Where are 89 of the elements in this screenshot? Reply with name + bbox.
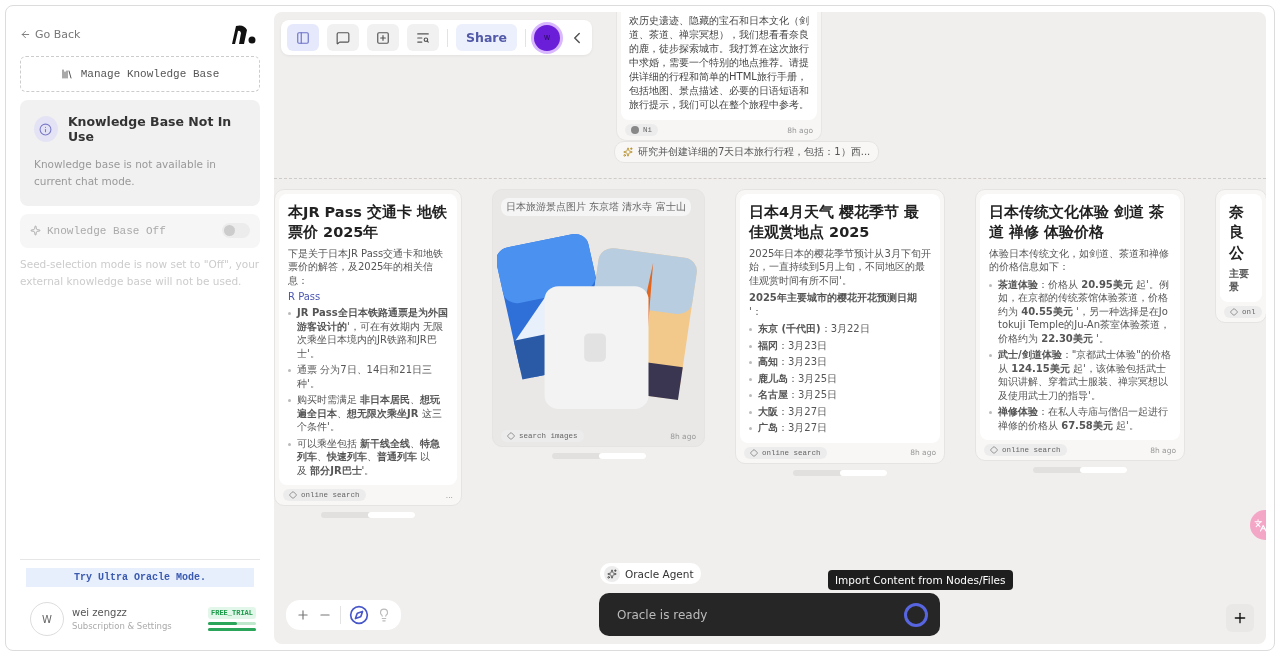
bullet-dot [288,312,291,316]
prompt-chip[interactable]: 研究并创建详细的7天日本旅行行程，包括：1）西... [614,141,880,163]
pager-indicator[interactable] [321,512,415,519]
list-item: 大阪：3月27日 [758,404,828,419]
sparkles-icon [623,147,633,157]
chat-button[interactable] [327,24,359,51]
sparkles-icon [604,565,620,582]
list-item: 茶道体验：价格从 20.95美元 起'。例如，在京都的传统茶馆体验茶道，价格约为 40.55美元 '，另一种选择是在Jotokuji Temple的Ju-An茶室体验茶道，价格约为 22.30美元 '。 [998,277,1171,346]
bullet-dot [749,361,752,365]
diamond-icon [750,448,758,457]
card-text: 主要景 [1229,266,1250,294]
notice-text: Knowledge base is not available in current chat mode. [34,157,217,189]
card-text: 下是关于日本JR Pass交通卡和地铁票价的解答，及2025年的相关信息： [288,246,445,288]
search-icon [416,30,430,45]
share-button[interactable]: Share [456,24,517,51]
info-icon [34,116,58,142]
bullet-dot [288,399,291,403]
diamond-icon [289,491,297,500]
list-item: 购买时需满足 非日本居民、想玩遍全日本、想无限次乘坐JR 这三个条件'。 [297,393,443,434]
bullet-dot [749,394,752,398]
card-subheading: R Pass [288,291,322,303]
chat-input[interactable]: Oracle is ready [615,606,904,623]
list-item: 广岛：3月27日 [758,421,828,435]
plus-icon [1232,610,1248,626]
user-name: wei zengzz [72,607,128,618]
logo-icon [230,24,256,44]
card-title: 日本传统文化体验 剑道 茶道 禅修 体验价格 [989,203,1166,243]
list-item: 福冈：3月23日 [758,338,828,353]
diamond-icon [990,446,998,455]
diamond-icon [1230,307,1238,316]
bullet-dot [749,344,752,348]
compass-icon [349,605,369,625]
lightbulb-icon [377,608,391,622]
sparkle-icon [30,225,41,237]
go-back-link[interactable]: Go Back [20,27,81,41]
agent-chip[interactable]: Oracle Agent [600,563,701,584]
list-item: 高知：3月23日 [758,355,828,369]
list-item: 可以乘坐包括 新干线全线、特急列车、快速列车、普通列车 以及 部分JR巴士'。 [297,436,442,478]
card-text: 2025年主要城市的樱花开花预测日期 '： [749,291,918,319]
card-title: 本JR Pass 交通卡 地铁票价 2025年 [288,203,448,243]
loading-ring-icon [904,602,928,627]
card-text: 2025年日本的樱花季节预计从3月下旬开始，一直持续到5月上旬，不同地区的最佳观赏时间有所不同'。 [749,246,931,288]
bullet-dot [989,283,992,287]
sidebar-icon [296,30,310,45]
pager-indicator[interactable] [551,453,646,459]
list-item: 武士/剑道体验："京都武士体验"的价格从 124.15美元 起'，该体验包括武士知识讲解、穿着武士服装、禅宗冥想以及使用武士刀的指导'。 [998,348,1171,403]
manage-knowledge-base-button[interactable]: Manage Knowledge Base [20,56,260,92]
usage-bar [208,628,256,631]
card-text: 体验日本传统文化，如剑道、茶道和禅修的价格信息如下： [989,246,1170,274]
list-item: 东京 (千代田)：3月22日 [758,322,870,336]
add-icon [376,30,390,45]
bullet-dot [749,427,752,431]
bullet-dot [288,369,291,373]
lightbulb-button[interactable] [377,608,391,622]
bullet-dot [288,442,291,446]
chat-icon [336,30,350,45]
bullet-dot [989,411,992,415]
search-button[interactable] [407,24,439,51]
list-item: 禅修体验：在私人寺庙与僧侣一起进行禅修的价格从 67.58美元 起'。 [998,405,1169,433]
compass-button[interactable] [349,605,369,625]
pager-indicator[interactable] [1033,467,1127,474]
card-title: 日本4月天气 樱花季节 最佳观赏地点 2025 [749,203,921,243]
bullet-dot [749,410,752,414]
sidebar-button[interactable] [287,24,319,51]
tooltip: Import Content from Nodes/Files [828,570,1013,590]
toggle-switch[interactable] [222,223,250,239]
list-item: 鹿儿岛：3月25日 [758,371,838,386]
add-button[interactable] [1226,604,1254,632]
bullet-dot [989,354,992,358]
message-text: 欢历史遗迹、隐藏的宝石和日本文化（剑道、茶道、禅宗冥想），我们想看看奈良的鹿，徒步探索城市。我打算在这次旅行中求婚，需要一个特别的地点推荐。请提供详细的行程和简单的HTML旅行手册，包括地图、景点描述、必要的日语短语和旅行提示，我们可以在整个旅程中参考。 [621,12,817,120]
list-item: 名古屋：3月25日 [758,388,838,402]
translate-icon [1254,518,1266,532]
list-item: 通票 分为7日、14日和21日三种'。 [297,363,433,391]
diamond-icon [507,432,515,440]
list-item: JR Pass全日本铁路通票是为外国游客设计的'，可在有效期内 无限次乘坐日本境内的JR铁路和JR巴士'。 [297,306,448,361]
card-title: 奈良公 [1229,203,1245,263]
arrow-left-icon [20,28,31,40]
bullet-dot [749,377,752,381]
plus-icon [296,608,310,622]
notice-title: Knowledge Base Not In Use [67,114,233,144]
chat-field[interactable]: Oracle is ready [599,593,940,636]
usage-bar [208,622,256,625]
bullet-dot [749,328,752,332]
add-button[interactable] [367,24,399,51]
image-caption: 日本旅游景点图片 东京塔 清水寺 富士山 [501,198,691,216]
toggle-label: Knowledge Base Off [47,224,167,237]
zoom-in-button[interactable] [296,608,310,622]
pager-indicator[interactable] [793,469,887,476]
library-icon [60,68,73,80]
